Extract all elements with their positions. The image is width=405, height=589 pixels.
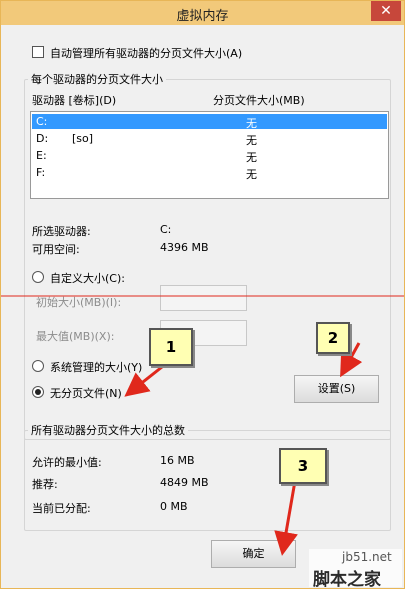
callout-3: 3 (279, 448, 327, 484)
virtual-memory-dialog: 虚拟内存 ✕ 自动管理所有驱动器的分页文件大小(A) 每个驱动器的分页文件大小 … (0, 0, 405, 589)
arrow-1 (124, 361, 168, 397)
arrow-3 (274, 480, 298, 556)
callout-1: 1 (149, 328, 193, 366)
annotation-overlay (1, 295, 404, 556)
callout-2: 2 (316, 322, 350, 354)
